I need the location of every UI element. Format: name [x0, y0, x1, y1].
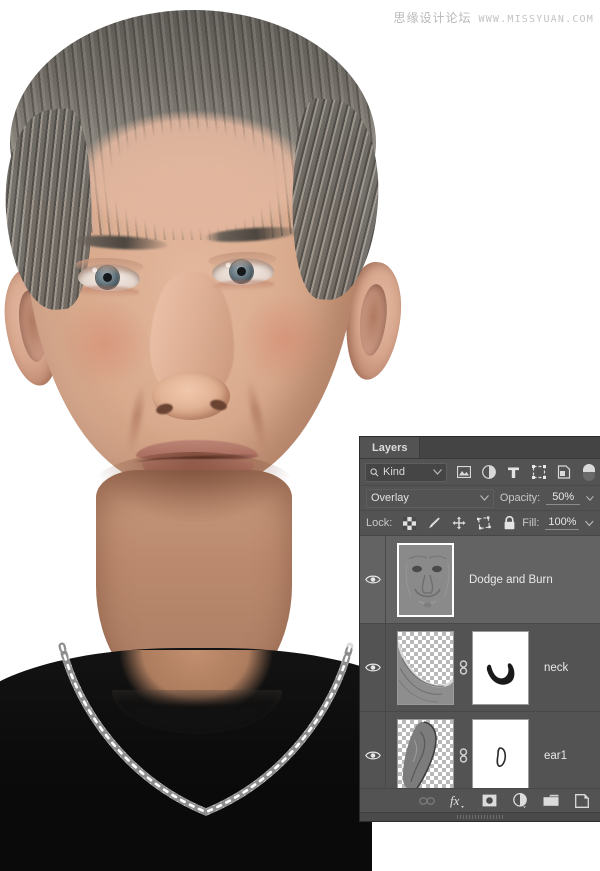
- left-cheek-blush: [58, 300, 154, 386]
- opacity-value[interactable]: 50%: [546, 491, 581, 505]
- layer-mask-link-icon[interactable]: [454, 660, 472, 675]
- layer-thumbnails: [386, 630, 529, 705]
- opacity-chevron-down-icon[interactable]: [586, 494, 594, 503]
- adjustment-filter-icon[interactable]: [481, 465, 496, 480]
- tab-layers-label: Layers: [372, 441, 408, 454]
- panel-resize-grip[interactable]: [360, 812, 600, 821]
- watermark-en: WWW.MISSYUAN.COM: [478, 14, 594, 25]
- layer-thumbnail[interactable]: [397, 630, 454, 705]
- lock-icons: [402, 516, 516, 530]
- watermark-cn: 思缘设计论坛: [393, 11, 472, 25]
- link-layers-icon[interactable]: [419, 793, 435, 809]
- blend-mode-select[interactable]: Overlay: [366, 488, 494, 508]
- layers-panel-toolbar: fx: [360, 788, 600, 812]
- opacity-label: Opacity:: [499, 492, 541, 504]
- right-cheek-blush: [236, 296, 332, 382]
- eye-icon: [364, 663, 381, 672]
- lock-row: Lock: Fill: 100%: [360, 511, 600, 536]
- fill-value[interactable]: 100%: [545, 516, 580, 530]
- necklace-chain: [58, 640, 354, 840]
- left-eye: [75, 256, 144, 299]
- svg-text:fx: fx: [450, 793, 460, 808]
- filter-kind-select[interactable]: Kind: [365, 462, 447, 482]
- table-row[interactable]: neck: [360, 624, 600, 712]
- layer-thumbnail[interactable]: [397, 542, 454, 617]
- jaw-shadow: [92, 452, 296, 522]
- right-eye: [208, 250, 277, 293]
- layer-filter-row: Kind: [360, 459, 600, 486]
- layer-style-fx-icon[interactable]: fx: [450, 793, 466, 809]
- layer-visibility-toggle[interactable]: [360, 712, 386, 788]
- new-layer-icon[interactable]: [574, 793, 590, 809]
- chevron-down-icon: [433, 469, 442, 475]
- search-icon: [370, 467, 379, 476]
- head-composite: [0, 0, 420, 700]
- layer-mask-thumbnail[interactable]: [472, 718, 529, 788]
- shape-filter-icon[interactable]: [531, 465, 546, 480]
- table-row[interactable]: ear1: [360, 712, 600, 788]
- layer-mask-link-icon[interactable]: [454, 748, 472, 763]
- filter-kind-label: Kind: [383, 466, 406, 478]
- layer-name[interactable]: ear1: [544, 750, 567, 762]
- layer-visibility-toggle[interactable]: [360, 536, 386, 623]
- chevron-down-icon: [479, 495, 489, 501]
- grip-dots-icon: [457, 815, 503, 819]
- photo-background-bottom-right: [372, 818, 600, 871]
- layer-name[interactable]: neck: [544, 662, 568, 674]
- lock-all-icon[interactable]: [502, 516, 516, 530]
- layer-thumbnail[interactable]: [397, 718, 454, 788]
- filter-toggle-switch[interactable]: [583, 463, 595, 481]
- layer-visibility-toggle[interactable]: [360, 624, 386, 711]
- fill-label: Fill:: [522, 517, 540, 529]
- layer-list[interactable]: Dodge and Burn neck ear1: [360, 536, 600, 788]
- panel-tab-bar: Layers: [360, 437, 600, 459]
- eye-icon: [364, 751, 381, 760]
- blend-mode-row: Overlay Opacity: 50%: [360, 486, 600, 511]
- lock-label: Lock:: [366, 517, 393, 529]
- new-group-icon[interactable]: [543, 793, 559, 809]
- tab-bar-empty: [420, 437, 600, 458]
- lock-artboard-icon[interactable]: [477, 516, 492, 530]
- table-row[interactable]: Dodge and Burn: [360, 536, 600, 624]
- screenshot-root: 思缘设计论坛 WWW.MISSYUAN.COM Layers Kind Over…: [0, 0, 600, 871]
- pixel-filter-icon[interactable]: [456, 465, 471, 480]
- layers-panel: Layers Kind Overlay Opacity: 50% Lock: F…: [360, 437, 600, 821]
- lock-transparency-icon[interactable]: [402, 516, 416, 530]
- fill-chevron-down-icon[interactable]: [585, 519, 594, 528]
- lock-position-icon[interactable]: [452, 516, 466, 530]
- add-layer-mask-icon[interactable]: [481, 793, 497, 809]
- watermark: 思缘设计论坛 WWW.MISSYUAN.COM: [393, 9, 594, 26]
- filter-type-icons: [453, 463, 595, 481]
- tab-layers[interactable]: Layers: [360, 437, 421, 458]
- eye-icon: [364, 575, 381, 584]
- blend-mode-value: Overlay: [371, 492, 409, 504]
- smartobject-filter-icon[interactable]: [556, 465, 571, 480]
- layer-mask-thumbnail[interactable]: [472, 630, 529, 705]
- layer-name[interactable]: Dodge and Burn: [469, 574, 553, 586]
- new-adjustment-layer-icon[interactable]: [512, 793, 528, 809]
- layer-thumbnails: [386, 718, 529, 788]
- layer-thumbnails: [386, 542, 454, 617]
- type-filter-icon[interactable]: [506, 465, 521, 480]
- lock-image-pixels-icon[interactable]: [427, 516, 441, 530]
